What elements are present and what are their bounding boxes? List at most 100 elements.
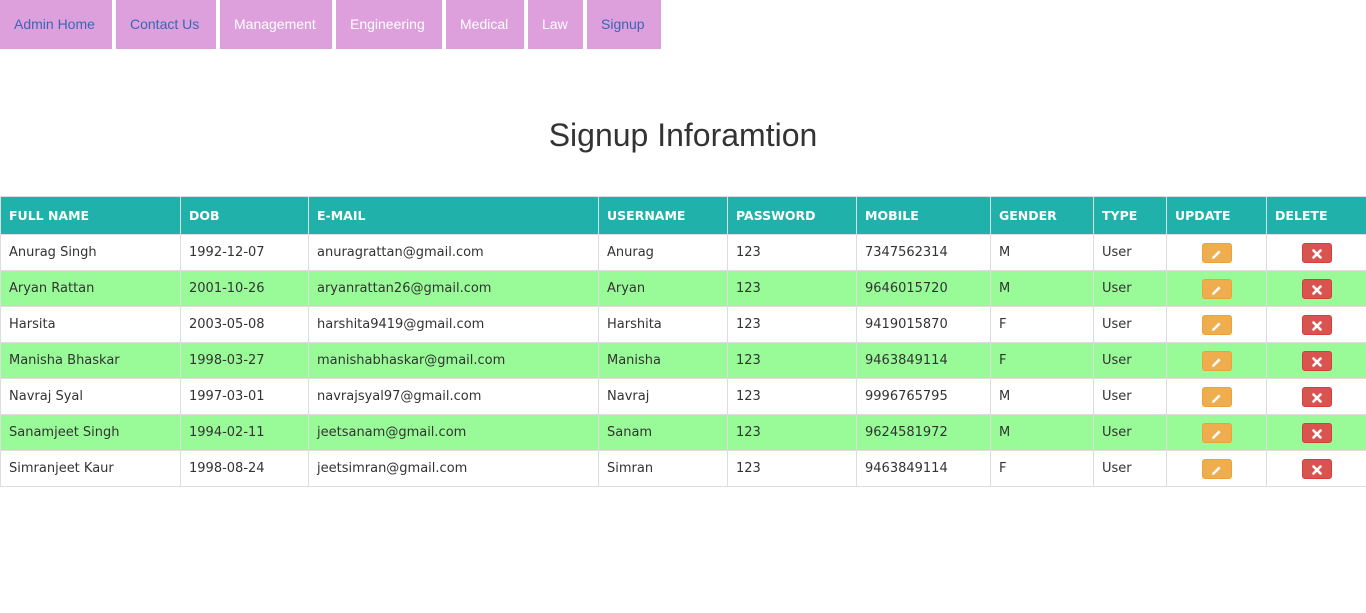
page-title: Signup Inforamtion: [548, 117, 818, 153]
cell-type: User: [1093, 414, 1167, 451]
cell-delete: [1266, 234, 1366, 271]
cell-dob: 1997-03-01: [180, 378, 309, 415]
cell-password: 123: [727, 342, 857, 379]
cell-mobile: 9646015720: [856, 270, 991, 307]
nav-engineering[interactable]: Engineering: [336, 0, 442, 49]
update-button[interactable]: [1201, 458, 1232, 479]
table-row: Simranjeet Kaur 1998-08-24 jeetsimran@gmai…: [0, 450, 1366, 487]
pencil-icon: [1212, 321, 1221, 331]
cell-username: Harshita: [598, 306, 728, 343]
cell-update: [1166, 234, 1267, 271]
update-button[interactable]: [1201, 314, 1232, 335]
cell-email: jeetsimran@gmail.com: [308, 450, 599, 487]
header-full-name: FULL NAME: [0, 196, 181, 235]
delete-button[interactable]: [1301, 458, 1332, 479]
cell-delete: [1266, 306, 1366, 343]
cell-password: 123: [727, 306, 857, 343]
pencil-icon: [1212, 357, 1221, 367]
header-dob: DOB: [180, 196, 309, 235]
cell-delete: [1266, 450, 1366, 487]
close-icon: [1311, 248, 1322, 259]
nav-contact-us[interactable]: Contact Us: [116, 0, 216, 49]
cell-full-name: Harsita: [0, 306, 181, 343]
delete-button[interactable]: [1301, 422, 1332, 443]
cell-type: User: [1093, 270, 1167, 307]
nav-medical[interactable]: Medical: [446, 0, 524, 49]
header-type: TYPE: [1093, 196, 1167, 235]
nav-law[interactable]: Law: [528, 0, 583, 49]
pencil-icon: [1212, 429, 1221, 439]
cell-dob: 1992-12-07: [180, 234, 309, 271]
update-button[interactable]: [1201, 422, 1232, 443]
cell-full-name: Manisha Bhaskar: [0, 342, 181, 379]
top-nav: Admin Home Contact Us Management Enginee…: [0, 0, 1366, 49]
header-update: UPDATE: [1166, 196, 1267, 235]
update-button[interactable]: [1201, 278, 1232, 299]
cell-update: [1166, 414, 1267, 451]
cell-type: User: [1093, 450, 1167, 487]
header-username: USERNAME: [598, 196, 728, 235]
delete-button[interactable]: [1301, 386, 1332, 407]
cell-dob: 2001-10-26: [180, 270, 309, 307]
pencil-icon: [1212, 393, 1221, 403]
pencil-icon: [1212, 285, 1221, 295]
cell-gender: F: [990, 450, 1094, 487]
cell-username: Sanam: [598, 414, 728, 451]
cell-gender: M: [990, 234, 1094, 271]
cell-type: User: [1093, 306, 1167, 343]
nav-signup[interactable]: Signup: [587, 0, 661, 49]
update-button[interactable]: [1201, 386, 1232, 407]
cell-email: anuragrattan@gmail.com: [308, 234, 599, 271]
cell-type: User: [1093, 234, 1167, 271]
update-button[interactable]: [1201, 350, 1232, 371]
signup-table: FULL NAME DOB E-MAIL USERNAME PASSWORD M…: [0, 196, 1366, 487]
cell-delete: [1266, 414, 1366, 451]
cell-update: [1166, 270, 1267, 307]
table-body: Anurag Singh 1992-12-07 anuragrattan@gmail…: [0, 234, 1366, 487]
cell-username: Anurag: [598, 234, 728, 271]
close-icon: [1311, 464, 1322, 475]
delete-button[interactable]: [1301, 242, 1332, 263]
cell-email: harshita9419@gmail.com: [308, 306, 599, 343]
cell-full-name: Aryan Rattan: [0, 270, 181, 307]
nav-admin-home[interactable]: Admin Home: [0, 0, 112, 49]
cell-full-name: Sanamjeet Singh: [0, 414, 181, 451]
table-row: Manisha Bhaskar 1998-03-27 manishabhaskar@…: [0, 342, 1366, 379]
cell-gender: M: [990, 378, 1094, 415]
cell-password: 123: [727, 234, 857, 271]
delete-button[interactable]: [1301, 278, 1332, 299]
cell-email: jeetsanam@gmail.com: [308, 414, 599, 451]
close-icon: [1311, 392, 1322, 403]
cell-dob: 1994-02-11: [180, 414, 309, 451]
nav-management[interactable]: Management: [220, 0, 332, 49]
close-icon: [1311, 284, 1322, 295]
cell-type: User: [1093, 342, 1167, 379]
header-delete: DELETE: [1266, 196, 1366, 235]
cell-delete: [1266, 342, 1366, 379]
update-button[interactable]: [1201, 242, 1232, 263]
pencil-icon: [1212, 465, 1221, 475]
cell-type: User: [1093, 378, 1167, 415]
cell-mobile: 9996765795: [856, 378, 991, 415]
cell-gender: F: [990, 342, 1094, 379]
header-password: PASSWORD: [727, 196, 857, 235]
close-icon: [1311, 356, 1322, 367]
table-row: Harsita 2003-05-08 harshita9419@gmail.com H…: [0, 306, 1366, 343]
cell-full-name: Anurag Singh: [0, 234, 181, 271]
cell-delete: [1266, 270, 1366, 307]
cell-password: 123: [727, 450, 857, 487]
cell-email: aryanrattan26@gmail.com: [308, 270, 599, 307]
delete-button[interactable]: [1301, 314, 1332, 335]
cell-update: [1166, 306, 1267, 343]
cell-password: 123: [727, 378, 857, 415]
cell-mobile: 9419015870: [856, 306, 991, 343]
close-icon: [1311, 320, 1322, 331]
cell-mobile: 9463849114: [856, 450, 991, 487]
table-row: Sanamjeet Singh 1994-02-11 jeetsanam@gmail…: [0, 414, 1366, 451]
cell-dob: 2003-05-08: [180, 306, 309, 343]
cell-dob: 1998-03-27: [180, 342, 309, 379]
cell-update: [1166, 450, 1267, 487]
delete-button[interactable]: [1301, 350, 1332, 371]
table-header-row: FULL NAME DOB E-MAIL USERNAME PASSWORD M…: [0, 196, 1366, 235]
table-row: Navraj Syal 1997-03-01 navrajsyal97@gmail.…: [0, 378, 1366, 415]
